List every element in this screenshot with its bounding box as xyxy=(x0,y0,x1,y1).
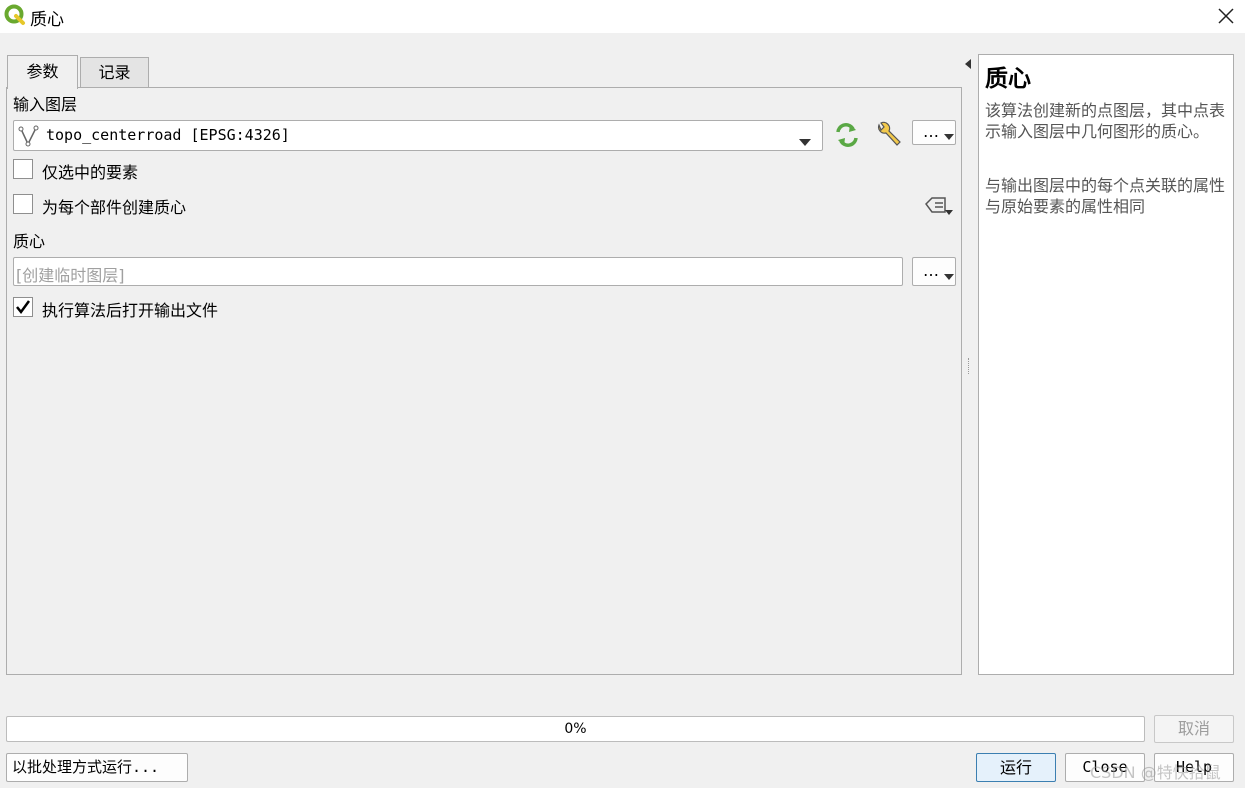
more-icon: … xyxy=(923,261,939,280)
output-options-button[interactable]: … xyxy=(912,257,956,286)
input-layer-options-button[interactable]: … xyxy=(912,120,956,145)
input-layer-value: topo_centerroad [EPSG:4326] xyxy=(46,126,290,144)
run-button[interactable]: 运行 xyxy=(976,753,1056,782)
selected-only-checkbox[interactable] xyxy=(13,159,33,179)
line-layer-icon xyxy=(18,125,44,147)
selected-only-label: 仅选中的要素 xyxy=(42,163,139,182)
splitter-handle[interactable] xyxy=(968,358,971,374)
output-field[interactable]: [创建临时图层] xyxy=(13,257,903,286)
help-paragraph: 与输出图层中的每个点关联的属性与原始要素的属性相同 xyxy=(985,176,1226,216)
output-placeholder: [创建临时图层] xyxy=(16,266,125,285)
qgis-icon xyxy=(4,4,26,26)
open-output-checkbox[interactable] xyxy=(13,297,33,317)
progress-text: 0% xyxy=(564,721,587,737)
per-part-checkbox[interactable] xyxy=(13,194,33,214)
more-icon: … xyxy=(923,122,939,141)
data-defined-override-icon[interactable] xyxy=(923,194,957,218)
open-output-label: 执行算法后打开输出文件 xyxy=(42,301,219,320)
help-panel: 质心 该算法创建新的点图层，其中点表示输入图层中几何图形的质心。 与输出图层中的… xyxy=(978,54,1234,675)
help-title: 质心 xyxy=(985,65,1031,92)
batch-process-button[interactable]: 以批处理方式运行... xyxy=(6,753,188,782)
tab-log[interactable]: 记录 xyxy=(80,57,149,88)
iterate-icon[interactable] xyxy=(833,122,861,148)
wrench-icon[interactable] xyxy=(873,121,903,149)
close-icon[interactable] xyxy=(1212,2,1240,30)
chevron-down-icon xyxy=(799,132,811,151)
per-part-label: 为每个部件创建质心 xyxy=(42,198,187,217)
watermark: CSDN @特快拾鼠 xyxy=(1090,763,1221,782)
help-paragraph: 该算法创建新的点图层，其中点表示输入图层中几何图形的质心。 xyxy=(985,101,1226,141)
input-layer-combo[interactable]: topo_centerroad [EPSG:4326] xyxy=(13,120,823,151)
parameters-panel: 输入图层 topo_centerroad [EPSG:4326] … 仅选中的要… xyxy=(6,87,962,675)
window-title: 质心 xyxy=(30,10,64,30)
output-label: 质心 xyxy=(13,232,46,251)
collapse-help-icon[interactable] xyxy=(964,54,972,73)
tab-parameters[interactable]: 参数 xyxy=(7,55,78,89)
title-bar: 质心 xyxy=(0,0,1245,33)
checkmark-icon xyxy=(16,300,31,315)
progress-bar: 0% xyxy=(6,716,1145,742)
input-layer-label: 输入图层 xyxy=(13,95,78,114)
cancel-button[interactable]: 取消 xyxy=(1154,715,1234,743)
